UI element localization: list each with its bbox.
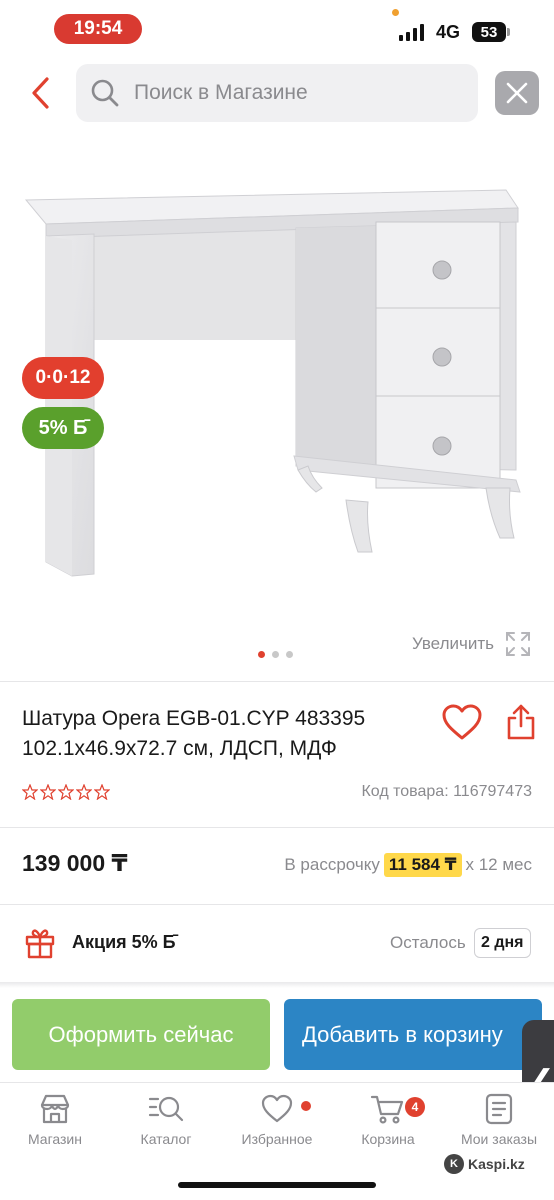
nav-label-favorites: Избранное <box>241 1131 313 1147</box>
search-input[interactable] <box>134 81 454 105</box>
add-to-cart-button[interactable]: Добавить в корзину <box>284 999 542 1070</box>
close-button[interactable] <box>495 71 539 115</box>
share-icon <box>507 704 535 740</box>
product-code-label: Код товара: <box>361 783 449 800</box>
battery-level: 53 <box>472 22 506 42</box>
gallery-pagination[interactable] <box>258 651 293 658</box>
gallery-dot[interactable] <box>258 651 265 658</box>
back-button[interactable] <box>22 70 58 116</box>
nav-label-catalog: Каталог <box>140 1131 192 1147</box>
gallery-dot[interactable] <box>286 651 293 658</box>
nav-item-orders[interactable]: Мои заказы <box>449 1093 549 1147</box>
installment-suffix: x 12 мес <box>465 855 533 874</box>
divider <box>0 982 554 988</box>
heart-icon <box>442 704 482 740</box>
promo-time-left-label: Осталось <box>390 933 466 952</box>
home-indicator[interactable] <box>178 1182 376 1188</box>
chevron-left-icon <box>32 77 49 109</box>
star-icon <box>22 784 38 800</box>
gallery-dot[interactable] <box>272 651 279 658</box>
nav-label-orders: Мои заказы <box>460 1131 538 1147</box>
status-bar: 19:54 4G 53 <box>0 0 554 58</box>
close-icon <box>506 82 528 104</box>
zoom-button[interactable]: Увеличить <box>412 630 532 658</box>
nav-item-favorites[interactable]: Избранное <box>227 1093 327 1147</box>
promo-time-left-badge: 2 дня <box>474 928 531 958</box>
rating-stars[interactable] <box>22 784 110 800</box>
nav-item-store[interactable]: Магазин <box>5 1093 105 1147</box>
zoom-label: Увеличить <box>412 634 494 653</box>
status-time: 19:54 <box>54 14 142 44</box>
search-bar[interactable] <box>76 64 478 122</box>
signal-strength-icon <box>399 24 424 41</box>
kaspi-watermark: K Kaspi.kz <box>444 1154 525 1174</box>
divider <box>0 827 554 828</box>
search-icon <box>91 79 119 107</box>
recording-indicator-icon <box>392 9 399 16</box>
product-title: Шатура Opera EGB-01.CYP 483395 102.1x46.… <box>22 707 366 760</box>
nav-item-cart[interactable]: Корзина 4 <box>338 1093 438 1147</box>
divider <box>0 681 554 682</box>
product-code: Код товара: 116797473 <box>361 783 532 801</box>
catalog-search-icon <box>148 1096 184 1122</box>
favorites-badge-dot <box>301 1101 311 1111</box>
cart-count-badge: 4 <box>405 1097 425 1117</box>
installment-badge: 0·0·12 <box>22 357 104 399</box>
nav-item-catalog[interactable]: Каталог <box>116 1093 216 1147</box>
favorite-button[interactable] <box>441 702 483 744</box>
bonus-badge: 5% Б̄ <box>22 407 104 449</box>
store-icon <box>40 1094 70 1124</box>
star-icon <box>58 784 74 800</box>
kaspi-logo-icon: K <box>444 1154 464 1174</box>
heart-icon <box>261 1094 293 1123</box>
product-price: 139 000 ₸ <box>22 850 128 876</box>
product-code-value: 116797473 <box>453 783 532 800</box>
share-button[interactable] <box>505 702 537 742</box>
promo-label[interactable]: Акция 5% Б̄ <box>72 932 176 953</box>
installment-monthly: 11 584 ₸ <box>383 853 462 877</box>
buy-now-button[interactable]: Оформить сейчас <box>12 999 270 1070</box>
divider <box>0 904 554 905</box>
network-type: 4G <box>436 22 461 42</box>
gift-icon <box>25 929 55 959</box>
star-icon <box>76 784 92 800</box>
cart-icon <box>370 1095 404 1124</box>
orders-icon <box>485 1093 513 1125</box>
installment-info[interactable]: В рассрочку 11 584 ₸ x 12 мес <box>284 853 532 877</box>
watermark-text: Kaspi.kz <box>468 1156 525 1172</box>
expand-icon <box>506 632 530 656</box>
star-icon <box>40 784 56 800</box>
installment-prefix: В рассрочку <box>284 855 380 874</box>
battery-icon <box>507 28 510 36</box>
nav-label-store: Магазин <box>27 1131 82 1147</box>
nav-label-cart: Корзина <box>361 1131 415 1147</box>
star-icon <box>94 784 110 800</box>
